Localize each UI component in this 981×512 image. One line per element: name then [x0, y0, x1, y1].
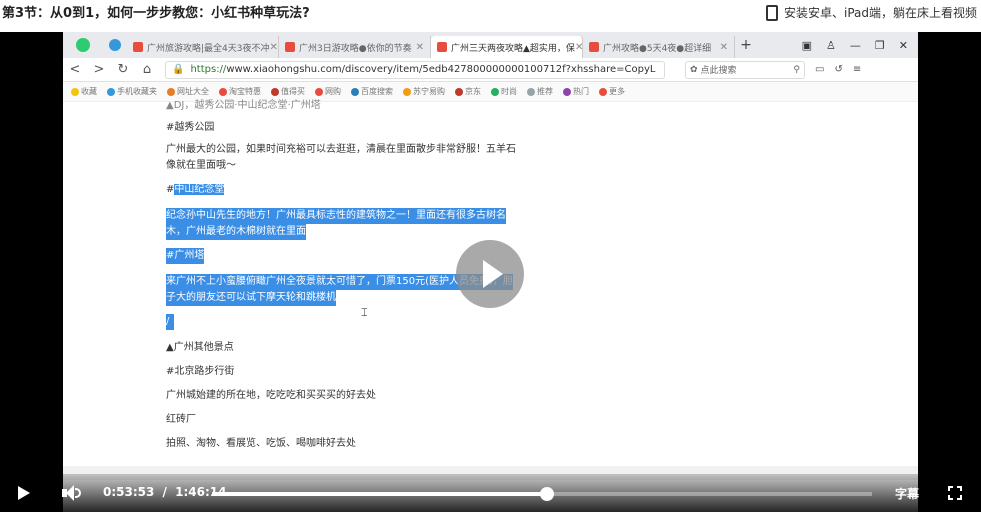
search-icon[interactable]: ⚲	[793, 65, 800, 75]
bookmark-item[interactable]: 值得买	[271, 86, 305, 97]
bookmark-item[interactable]: 淘宝特惠	[219, 86, 261, 97]
letterbox-right	[918, 32, 981, 512]
toolbar-icons: ▭ ↺ ≡	[815, 64, 861, 75]
home-icon[interactable]: ⌂	[135, 62, 159, 77]
subtitle-button[interactable]: 字幕	[895, 485, 919, 502]
undo-icon[interactable]: ↺	[834, 64, 842, 75]
install-text: 安装安卓、iPad端，躺在床上看视频	[783, 6, 977, 20]
reload-icon[interactable]: ↻	[111, 62, 135, 77]
tab-favicon	[285, 42, 295, 52]
selected-paragraph: 纪念孙中山先生的地方！广州最具标志性的建筑物之一！里面还有很多古树名	[166, 208, 506, 224]
bookmark-item[interactable]: 收藏	[71, 86, 97, 97]
heading-canton-tower: #广州塔	[166, 248, 205, 264]
letterbox-left	[0, 32, 63, 512]
selected-slash: /	[166, 314, 174, 330]
heading-red-brick: 红砖厂	[166, 414, 196, 425]
browser-tab[interactable]: 广州旅游攻略|最全4天3夜不冲 ✕	[127, 36, 279, 58]
time-separator: /	[162, 485, 167, 499]
bookmark-item[interactable]: 网址大全	[167, 86, 209, 97]
player-controls: 0:53:53 / 1:46:14 字幕	[0, 474, 981, 512]
heading-yuexiu: #越秀公园	[166, 122, 215, 133]
close-icon[interactable]: ✕	[416, 42, 424, 53]
bookmark-item[interactable]: 手机收藏夹	[107, 86, 157, 97]
bookmark-item[interactable]: 百度搜索	[351, 86, 393, 97]
paragraph: 广州最大的公园，如果时间充裕可以去逛逛，清晨在里面散步非常舒服！五羊石	[166, 144, 516, 155]
window-controls: ▣ ♙ — ❐ ✕	[802, 39, 918, 52]
heading-zhongshan: #中山纪念堂	[166, 184, 225, 195]
bookmark-item[interactable]: 更多	[599, 86, 625, 97]
search-input[interactable]: ✿ 点此搜索 ⚲	[685, 60, 805, 79]
video-frame[interactable]: 广州旅游攻略|最全4天3夜不冲 ✕ 广州3日游攻略●依你的节奏 ✕ 广州三天两夜攻略…	[63, 32, 918, 512]
time-display: 0:53:53 / 1:46:14	[103, 485, 226, 499]
bookmark-item[interactable]: 网购	[315, 86, 341, 97]
section-heading: ▲广州其他景点	[166, 342, 234, 353]
close-icon[interactable]: ✕	[720, 42, 728, 53]
browser-tab-active[interactable]: 广州三天两夜攻略▲超实用，保 ✕	[431, 36, 583, 58]
current-time: 0:53:53	[103, 485, 155, 499]
search-placeholder: 点此搜索	[700, 66, 737, 76]
paragraph: 广州城始建的所在地，吃吃吃和买买买的好去处	[166, 390, 376, 401]
browser-tab[interactable]: 广州攻略●5天4夜●超详细 ✕	[583, 36, 735, 58]
mouse-cursor: ⌶	[361, 306, 368, 319]
lesson-header: 第3节：从0到1，如何一步步教您：小红书种草玩法? 安装安卓、iPad端，躺在床…	[0, 0, 981, 32]
tab-favicon	[437, 42, 447, 52]
url-text: www.xiaohongshu.com/discovery/item/5edb4…	[226, 64, 656, 75]
close-window-icon[interactable]: ✕	[899, 39, 908, 52]
url-field[interactable]: 🔒 https://www.xiaohongshu.com/discovery/…	[165, 60, 665, 79]
bookmark-item[interactable]: 京东	[455, 86, 481, 97]
close-icon[interactable]: ✕	[270, 42, 278, 53]
lock-icon: 🔒	[172, 64, 185, 75]
restore-icon[interactable]: ❐	[875, 39, 885, 52]
bookmark-item[interactable]: 推荐	[527, 86, 553, 97]
bookmark-item[interactable]: 苏宁易购	[403, 86, 445, 97]
tab-favicon	[589, 42, 599, 52]
menu-icon[interactable]: ≡	[853, 64, 861, 75]
close-icon[interactable]: ✕	[575, 42, 582, 53]
tablet-icon	[765, 4, 778, 21]
progress-fill	[212, 492, 547, 496]
shirt-icon[interactable]: ♙	[826, 39, 836, 52]
forward-icon[interactable]: >	[87, 62, 111, 77]
selected-paragraph: 木，广州最老的木棉树就在里面	[166, 224, 306, 240]
bookmark-item[interactable]: 热门	[563, 86, 589, 97]
progress-bar[interactable]	[212, 487, 872, 501]
tab-favicon	[133, 42, 143, 52]
url-secure: https://	[190, 64, 227, 75]
back-icon[interactable]: <	[63, 62, 87, 77]
fullscreen-icon[interactable]	[948, 486, 962, 500]
browser-tab[interactable]: 广州3日游攻略●依你的节奏 ✕	[279, 36, 431, 58]
lesson-title: 第3节：从0到1，如何一步步教您：小红书种草玩法?	[2, 6, 310, 21]
paw-icon: ✿	[690, 64, 698, 75]
compass-icon[interactable]	[103, 32, 127, 58]
minimize-icon[interactable]: —	[850, 39, 861, 52]
volume-icon[interactable]	[62, 485, 82, 501]
new-tab-button[interactable]: +	[735, 37, 757, 53]
bookmark-item[interactable]: 时尚	[491, 86, 517, 97]
progress-handle[interactable]	[539, 487, 554, 501]
paragraph: 像就在里面哦～	[166, 160, 236, 171]
browser-logo-icon	[63, 32, 103, 58]
screenshot-icon[interactable]: ▣	[802, 39, 812, 52]
browser-tabstrip: 广州旅游攻略|最全4天3夜不冲 ✕ 广州3日游攻略●依你的节奏 ✕ 广州三天两夜攻略…	[63, 32, 918, 58]
address-bar-row: < > ↻ ⌂ 🔒 https://www.xiaohongshu.com/di…	[63, 58, 918, 82]
paragraph: 拍照、淘物、看展览、吃饭、喝咖啡好去处	[166, 438, 356, 449]
play-icon[interactable]	[18, 486, 30, 500]
attraction-list-line: ▲DJ，越秀公园·中山纪念堂·广州塔	[166, 100, 321, 111]
center-play-button[interactable]	[456, 240, 524, 308]
selected-paragraph: 子大的朋友还可以试下摩天轮和跳楼机	[166, 290, 336, 306]
camera-icon[interactable]: ▭	[815, 64, 824, 75]
heading-beijing-road: #北京路步行街	[166, 366, 235, 377]
install-apps-link[interactable]: 安装安卓、iPad端，躺在床上看视频	[765, 4, 977, 21]
